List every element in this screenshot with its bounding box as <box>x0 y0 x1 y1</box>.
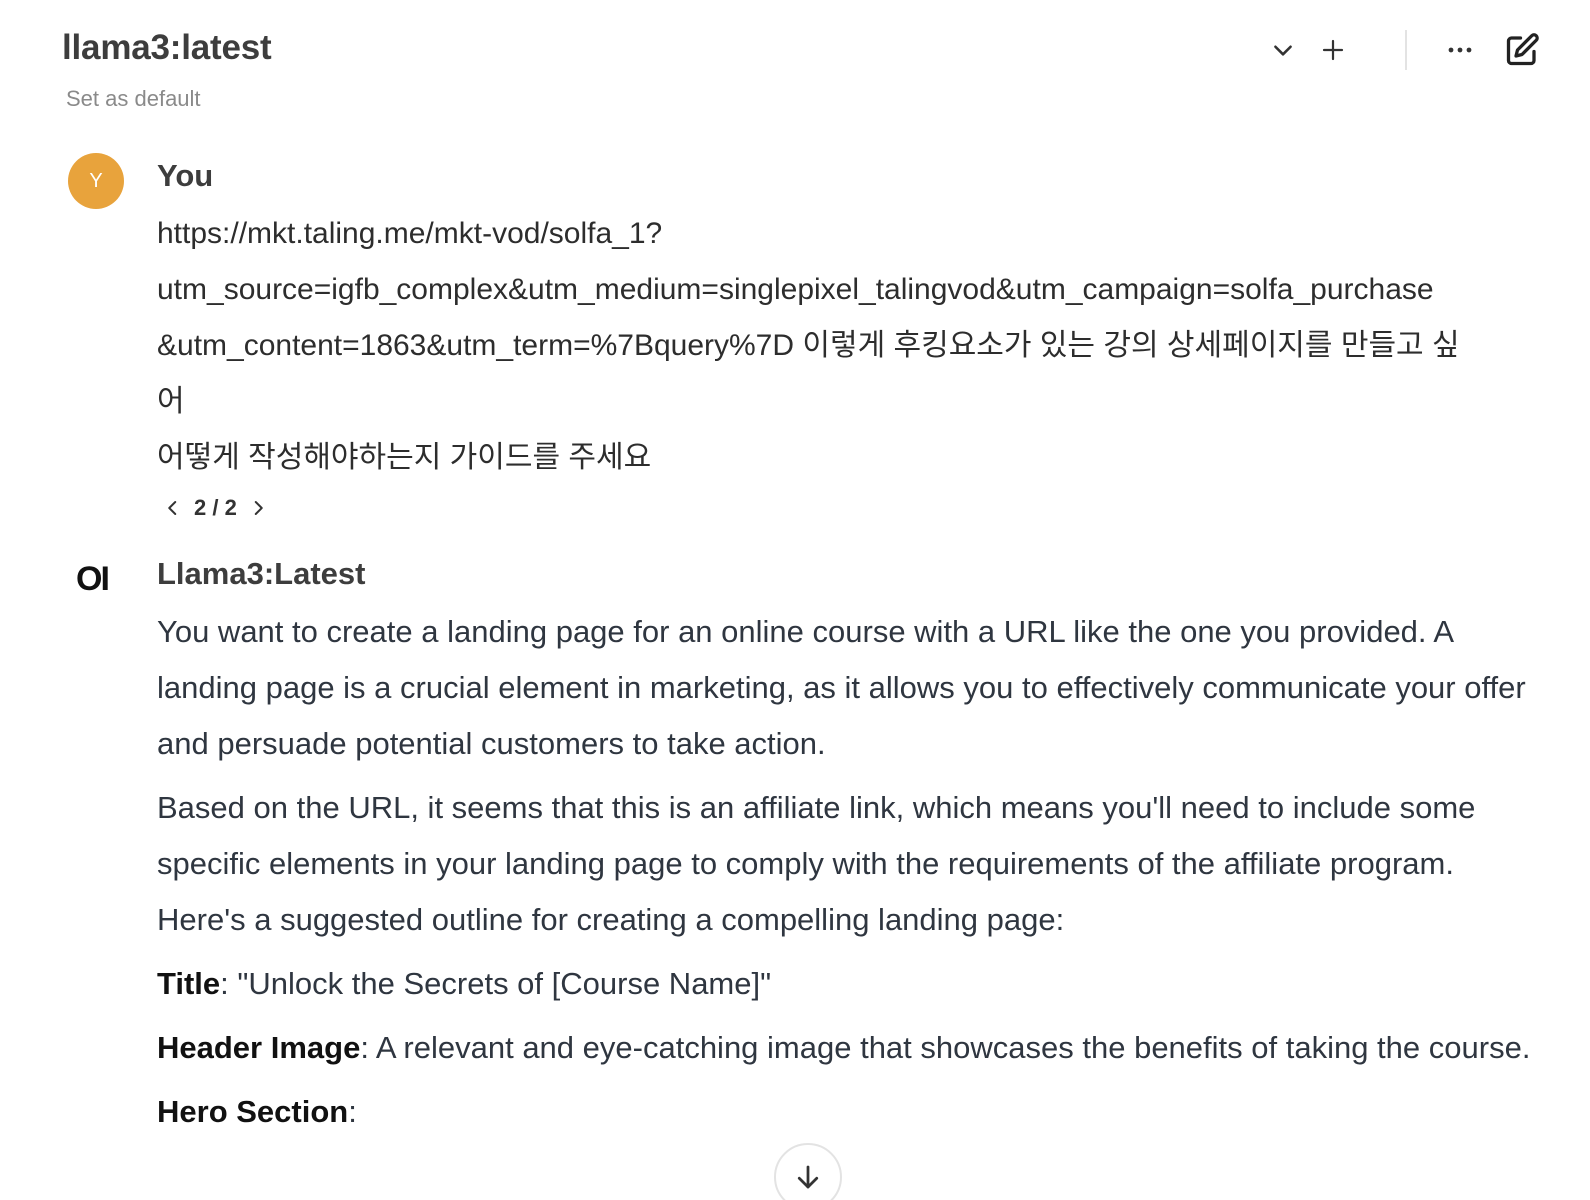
arrow-down-icon <box>797 1165 819 1189</box>
hero-section-label: Hero Section <box>157 1094 349 1129</box>
assistant-paragraph: Based on the URL, it seems that this is … <box>157 790 1476 937</box>
user-message-line: utm_source=igfb_complex&utm_medium=singl… <box>157 273 1434 306</box>
hero-section-value: : <box>348 1094 357 1129</box>
chevron-right-icon <box>254 501 263 515</box>
scroll-to-bottom-button[interactable] <box>774 1143 842 1200</box>
set-as-default-link[interactable]: Set as default <box>66 86 201 112</box>
assistant-message-text: You want to create a landing page for an… <box>157 604 1537 1148</box>
header-image-label: Header Image <box>157 1030 361 1065</box>
assistant-author-name: Llama3:Latest <box>157 556 366 591</box>
message-pager: 2 / 2 <box>162 495 269 521</box>
pager-count: 2 / 2 <box>194 495 237 520</box>
add-model-button[interactable] <box>1313 30 1353 70</box>
new-chat-button[interactable] <box>1502 30 1542 70</box>
user-message-text: https://mkt.taling.me/mkt-vod/solfa_1? u… <box>157 206 1537 486</box>
assistant-header-image-item: Header Image: A relevant and eye-catchin… <box>157 1020 1537 1076</box>
user-avatar: Y <box>68 153 124 209</box>
chat-app: llama3:latest Set as default Y You https… <box>0 0 1590 1200</box>
model-selector-title[interactable]: llama3:latest <box>62 28 272 68</box>
more-options-button[interactable] <box>1440 30 1480 70</box>
chevron-down-icon <box>1274 45 1292 56</box>
assistant-logo-icon: OI <box>76 560 110 598</box>
model-dropdown-button[interactable] <box>1263 30 1303 70</box>
header-image-value: : A relevant and eye-catching image that… <box>360 1030 1531 1065</box>
next-version-button[interactable] <box>247 497 269 519</box>
user-message-line: 어 <box>157 385 185 418</box>
user-message-line: &utm_content=1863&utm_term=%7Bquery%7D 이… <box>157 329 1460 362</box>
plus-icon <box>1322 39 1344 61</box>
chat-header: llama3:latest Set as default <box>0 0 1590 130</box>
title-label: Title <box>157 966 221 1001</box>
user-author-name: You <box>157 158 214 193</box>
assistant-title-item: Title: "Unlock the Secrets of [Course Na… <box>157 956 1537 1012</box>
edit-icon <box>1506 33 1539 66</box>
assistant-paragraph: You want to create a landing page for an… <box>157 614 1526 761</box>
previous-version-button[interactable] <box>162 497 184 519</box>
title-value: : "Unlock the Secrets of [Course Name]" <box>220 966 772 1001</box>
chevron-left-icon <box>168 501 177 515</box>
more-horizontal-icon <box>1448 47 1472 53</box>
assistant-hero-item: Hero Section: <box>157 1084 1537 1140</box>
user-message-line: https://mkt.taling.me/mkt-vod/solfa_1? <box>157 217 663 250</box>
header-divider <box>1405 30 1407 70</box>
user-message-line: 어떻게 작성해야하는지 가이드를 주세요 <box>157 441 652 474</box>
